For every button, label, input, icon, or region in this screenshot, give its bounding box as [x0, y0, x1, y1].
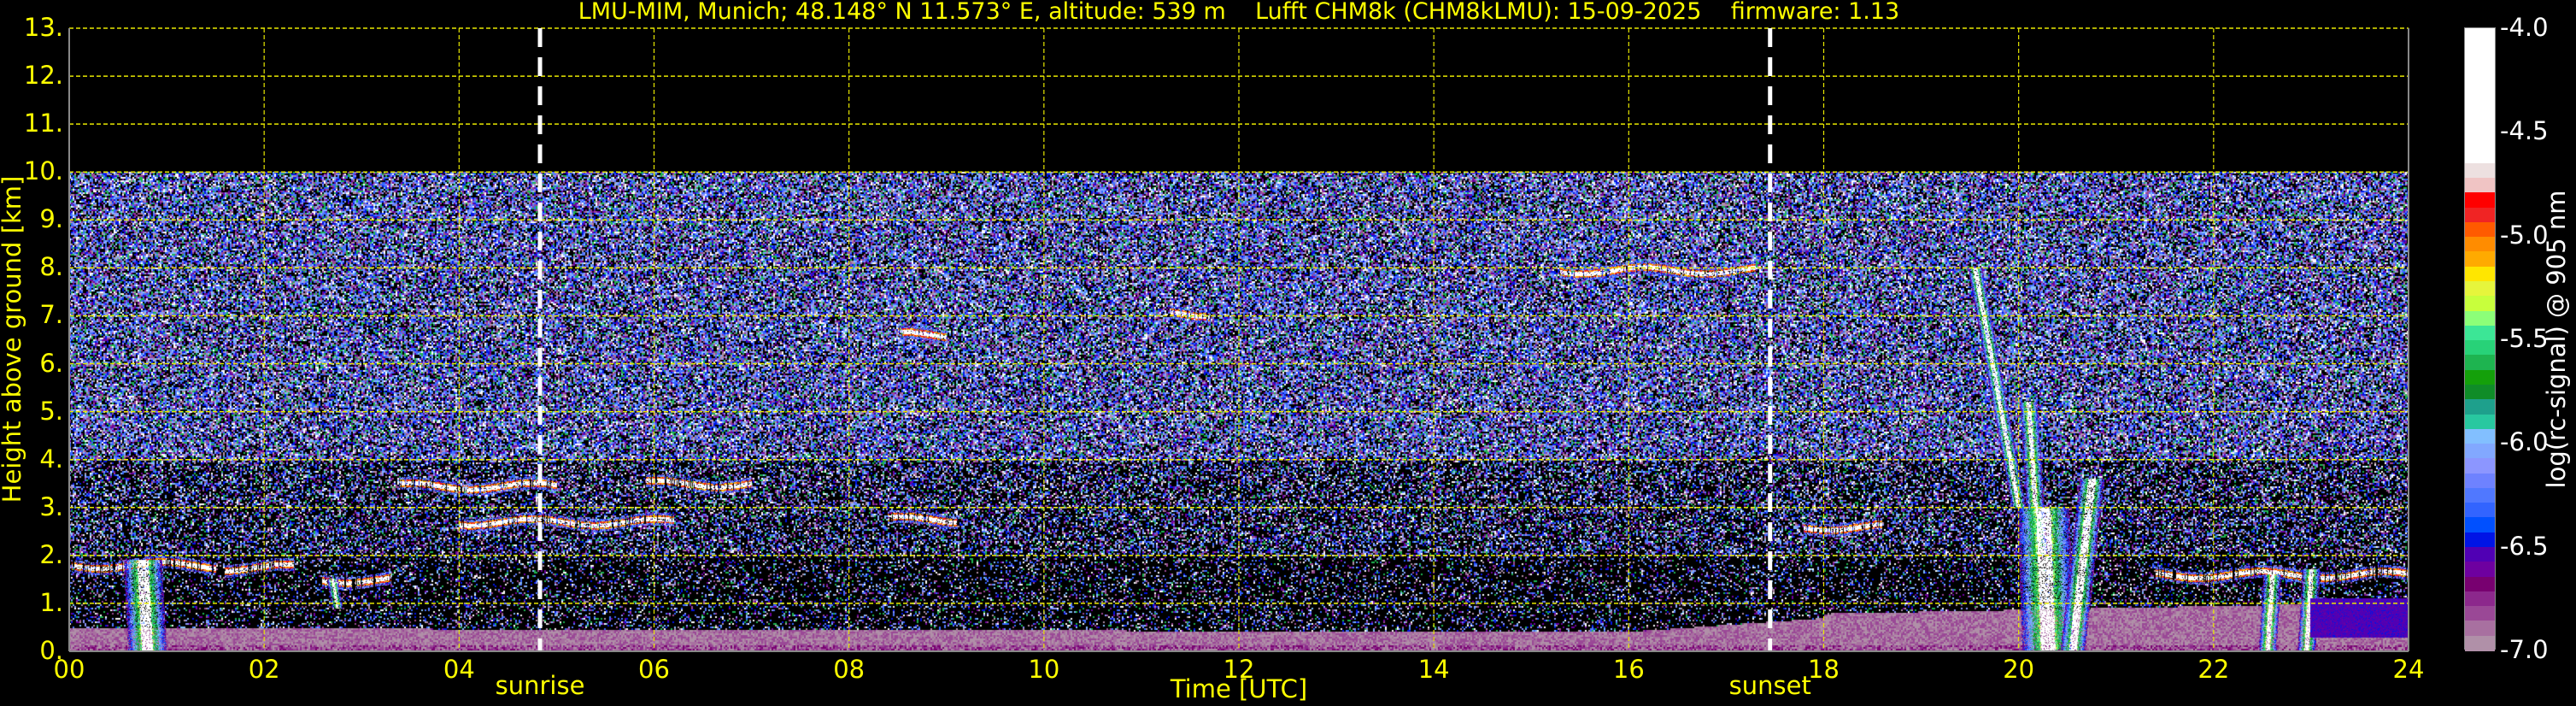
colorbar-segment — [2465, 296, 2495, 312]
colorbar-segment — [2465, 399, 2495, 415]
colorbar-segment — [2465, 237, 2495, 252]
x-tick-label: 18 — [1808, 655, 1840, 684]
colorbar-segment — [2465, 192, 2495, 209]
y-tick-label: 2. — [39, 539, 63, 569]
x-tick-label: 22 — [2198, 655, 2230, 684]
colorbar-tick-label: -6.5 — [2500, 531, 2549, 561]
colorbar-segment — [2465, 621, 2495, 637]
x-tick-label: 06 — [638, 655, 670, 684]
colorbar-segment — [2465, 591, 2495, 607]
colorbar-segment — [2465, 266, 2495, 282]
x-tick-label: 14 — [1417, 655, 1450, 684]
x-axis-title: Time [UTC] — [1170, 674, 1308, 703]
colorbar-segment — [2465, 428, 2495, 444]
y-tick-label: 11. — [23, 109, 63, 138]
colorbar-segment — [2465, 369, 2495, 385]
y-tick-label: 13. — [23, 13, 63, 42]
colorbar-segment — [2465, 221, 2495, 238]
colorbar-segment — [2465, 207, 2495, 223]
colorbar-tick-label: -4.5 — [2500, 116, 2549, 146]
colorbar-segment — [2465, 340, 2495, 356]
colorbar-segment — [2465, 532, 2495, 548]
grid-overlay — [68, 27, 2409, 652]
colorbar-tick-label: -7.0 — [2500, 635, 2549, 664]
colorbar-segment — [2465, 414, 2495, 430]
x-tick-label: 16 — [1612, 655, 1645, 684]
colorbar-segment — [2465, 162, 2495, 179]
colorbar-segment — [2465, 547, 2495, 562]
colorbar-segment — [2465, 444, 2495, 459]
colorbar-segment — [2465, 576, 2495, 592]
colorbar-segment — [2465, 355, 2495, 371]
x-tick-label: 08 — [833, 655, 866, 684]
event-label-sunrise: sunrise — [495, 671, 585, 700]
colorbar-segment — [2465, 635, 2495, 651]
colorbar-segment — [2465, 178, 2495, 193]
colorbar-segment — [2465, 251, 2495, 268]
x-tick-label: 02 — [248, 655, 280, 684]
x-tick-label: 10 — [1028, 655, 1060, 684]
event-label-sunset: sunset — [1728, 671, 1811, 700]
colorbar — [2464, 27, 2496, 651]
y-tick-label: 1. — [39, 587, 63, 617]
colorbar-segment — [2465, 384, 2495, 400]
plot-area — [68, 27, 2409, 652]
colorbar-tick-label: -4.0 — [2500, 13, 2549, 42]
x-tick-label: 24 — [2392, 655, 2425, 684]
colorbar-segment — [2465, 325, 2495, 341]
x-tick-label: 20 — [2003, 655, 2035, 684]
colorbar-segment — [2465, 517, 2495, 533]
colorbar-segment — [2465, 280, 2495, 297]
colorbar-segment — [2465, 606, 2495, 622]
colorbar-segment — [2465, 28, 2495, 163]
y-tick-label: 0. — [39, 636, 63, 665]
colorbar-segment — [2465, 473, 2495, 489]
colorbar-segment — [2465, 458, 2495, 474]
chart-title: LMU-MIM, Munich; 48.148° N 11.573° E, al… — [578, 0, 1900, 25]
x-tick-label: 04 — [443, 655, 475, 684]
colorbar-segment — [2465, 562, 2495, 578]
colorbar-segment — [2465, 503, 2495, 519]
colorbar-segment — [2465, 487, 2495, 503]
y-tick-label: 12. — [23, 61, 63, 91]
colorbar-title: log(rc-signal) @ 905 nm — [2542, 190, 2571, 489]
y-axis-title: Height above ground [km] — [0, 175, 26, 503]
colorbar-segment — [2465, 310, 2495, 327]
